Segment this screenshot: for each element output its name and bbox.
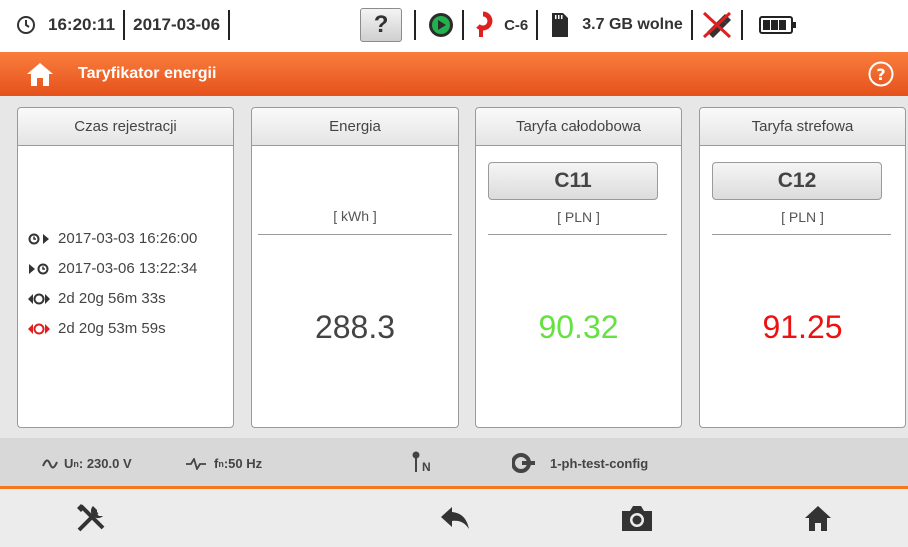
end-time-icon <box>28 263 58 275</box>
divider <box>228 10 231 40</box>
panel-title: Czas rejestracji <box>18 108 233 146</box>
panel-title: Taryfa całodobowa <box>476 108 681 146</box>
tariff-c12-button[interactable]: C12 <box>712 162 882 200</box>
clamp-label: C-6 <box>504 16 529 34</box>
duration: 2d 20g 56m 33s <box>58 290 166 307</box>
help-button[interactable]: ? <box>360 8 403 42</box>
home-icon <box>804 504 832 532</box>
divider <box>712 234 891 235</box>
divider <box>690 10 693 40</box>
end-time: 2017-03-06 13:22:34 <box>58 260 198 277</box>
energy-unit: [ kWh ] <box>333 208 377 224</box>
divider <box>536 10 539 40</box>
bottom-toolbar <box>0 489 908 547</box>
duration-alt-icon <box>28 323 58 335</box>
voltage-value: : 230.0 V <box>78 456 132 471</box>
divider <box>258 234 452 235</box>
config-name: 1-ph-test-config <box>550 455 649 471</box>
home-button[interactable] <box>728 489 908 547</box>
start-time-row: 2017-03-03 16:26:00 <box>28 230 197 247</box>
panel-title: Taryfa strefowa <box>700 108 905 146</box>
main-content: Czas rejestracji 2017-03-03 16:26:00 201… <box>0 96 908 438</box>
empty-slot <box>182 489 364 547</box>
nominal-voltage: Un: 230.0 V <box>42 456 132 471</box>
sd-card-icon <box>550 13 569 37</box>
panel-title: Energia <box>252 108 458 146</box>
status-time: 16:20:11 <box>48 15 116 34</box>
title-bar: Taryfikator energii ? <box>0 52 908 96</box>
settings-button[interactable] <box>0 489 182 547</box>
storage-label: 3.7 GB wolne <box>582 16 683 33</box>
home-icon[interactable] <box>26 61 54 87</box>
tariff-24h-panel: Taryfa całodobowa C11 [ PLN ] 90.32 <box>475 107 682 428</box>
back-button[interactable] <box>364 489 546 547</box>
config-indicator: 1-ph-test-config <box>512 452 648 474</box>
divider <box>740 10 743 40</box>
page-title: Taryfikator energii <box>78 65 217 82</box>
divider <box>123 10 126 40</box>
energy-panel: Energia [ kWh ] 288.3 <box>251 107 459 428</box>
start-time: 2017-03-03 16:26:00 <box>58 230 198 247</box>
end-time-row: 2017-03-06 13:22:34 <box>28 260 197 277</box>
tariff-c11-button[interactable]: C11 <box>488 162 658 200</box>
clock-icon <box>16 15 36 35</box>
tariff-24h-value: 90.32 <box>538 309 619 345</box>
duration-alt-row: 2d 20g 53m 59s <box>28 320 166 337</box>
neutral-label: N <box>422 460 431 474</box>
probe-icon <box>411 451 421 473</box>
usb-disconnected-icon <box>701 10 733 40</box>
tariff-zone-panel: Taryfa strefowa C12 [ PLN ] 91.25 <box>699 107 906 428</box>
config-icon <box>512 452 536 474</box>
tools-icon <box>75 502 107 534</box>
voltage-symbol: U <box>64 456 74 471</box>
energy-value: 288.3 <box>314 309 396 345</box>
tariff-zone-value: 91.25 <box>762 309 843 345</box>
divider <box>462 10 465 40</box>
frequency-icon <box>186 457 206 470</box>
help-icon[interactable]: ? <box>868 61 894 87</box>
screenshot-button[interactable] <box>546 489 728 547</box>
help-label: ? <box>373 11 389 38</box>
info-bar: Un: 230.0 V f n:50 Hz N 1-ph-test-config <box>0 438 908 488</box>
status-bar: 16:20:11 2017-03-06 ? C-6 3.7 GB wolne <box>0 0 908 50</box>
frequency-value: :50 Hz <box>223 456 263 471</box>
divider <box>488 234 667 235</box>
sine-wave-icon <box>42 459 58 469</box>
duration-icon <box>28 293 58 305</box>
recording-icon[interactable] <box>428 12 454 38</box>
tariff-zone-unit: [ PLN ] <box>781 209 824 225</box>
duration-row: 2d 20g 56m 33s <box>28 290 166 307</box>
camera-icon <box>620 504 654 532</box>
duration-alt: 2d 20g 53m 59s <box>58 320 166 337</box>
start-time-icon <box>28 233 58 245</box>
back-arrow-icon <box>440 505 470 531</box>
neutral-indicator: N <box>411 450 431 474</box>
status-date: 2017-03-06 <box>133 15 221 34</box>
battery-icon <box>758 15 797 35</box>
divider <box>414 10 417 40</box>
svg-text:?: ? <box>876 65 885 84</box>
recording-time-panel: Czas rejestracji 2017-03-03 16:26:00 201… <box>17 107 234 428</box>
clamp-icon <box>472 11 494 39</box>
nominal-frequency: f n:50 Hz <box>186 456 262 471</box>
tariff-24h-unit: [ PLN ] <box>557 209 600 225</box>
